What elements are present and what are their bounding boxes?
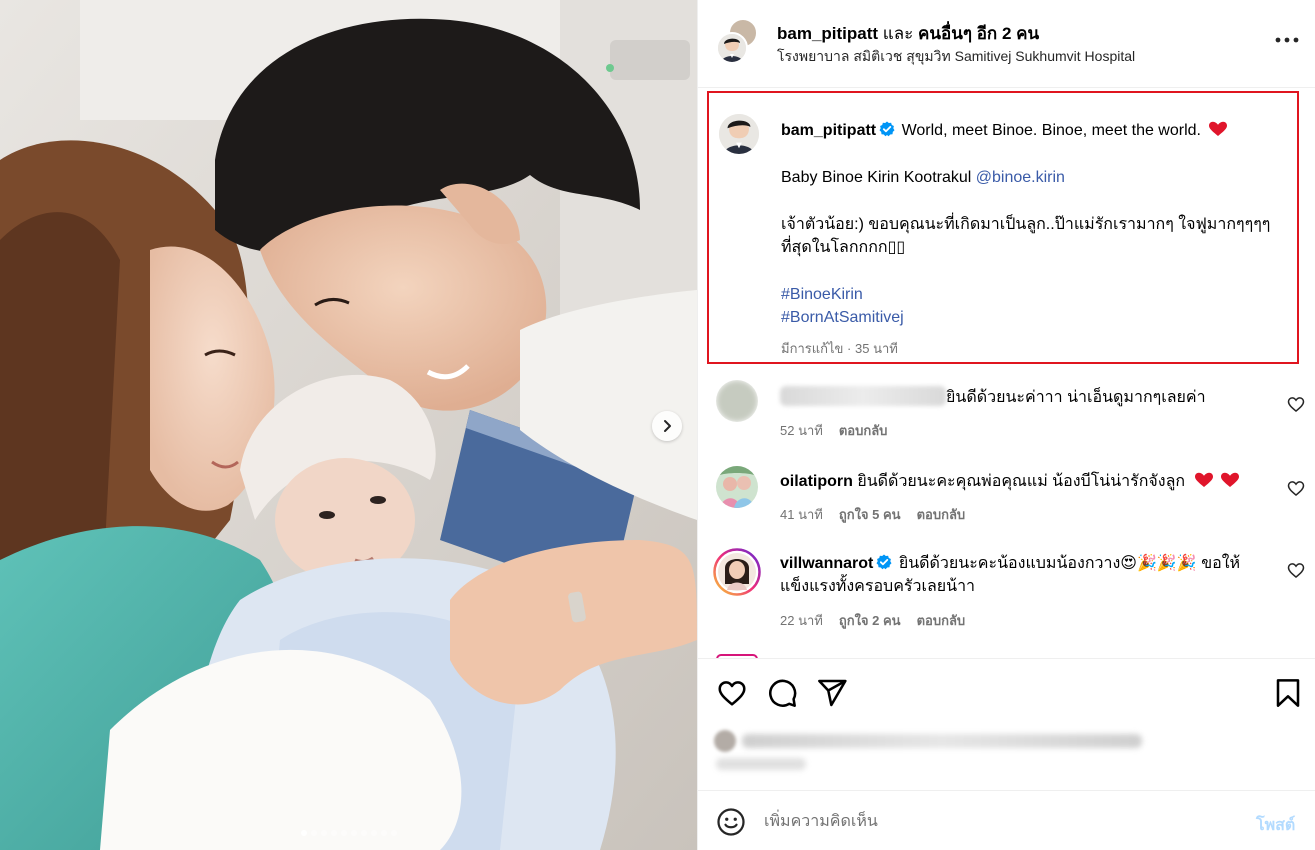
blurred-username[interactable] — [780, 386, 946, 406]
comment-likes[interactable]: ถูกใจ 2 คน — [839, 610, 901, 631]
emoji-icon[interactable] — [716, 807, 746, 837]
author-avatar[interactable] — [716, 32, 748, 64]
carousel-dot — [350, 830, 357, 836]
share-icon[interactable] — [816, 677, 848, 709]
caption-first-line: bam_pitipatt World, meet Binoe. Binoe, m… — [781, 119, 1291, 142]
carousel-dot — [360, 830, 367, 836]
post-comment-button[interactable]: โพสต์ — [1256, 813, 1295, 838]
liked-by-text-blurred — [742, 734, 1142, 748]
verified-badge-icon — [879, 121, 895, 137]
comment-meta: 41 นาที ถูกใจ 5 คน ตอบกลับ — [780, 504, 965, 525]
hashtag-link-2[interactable]: #BornAtSamitivej — [781, 306, 1291, 329]
caption-meta: มีการแก้ไข · 35 นาที — [781, 338, 898, 359]
caption-time[interactable]: 35 นาที — [855, 341, 898, 356]
post-actions — [698, 658, 1315, 790]
caption-line-1: World, meet Binoe. Binoe, meet the world… — [901, 122, 1201, 139]
comment-icon[interactable] — [766, 677, 798, 709]
reply-button[interactable]: ตอบกลับ — [839, 420, 888, 441]
commenter-avatar-story-ring[interactable] — [713, 548, 761, 596]
others-link[interactable]: คนอื่นๆ อีก 2 คน — [918, 24, 1039, 43]
comment-meta: 22 นาที ถูกใจ 2 คน ตอบกลับ — [780, 610, 965, 631]
red-heart-emoji-icon — [1209, 121, 1228, 136]
carousel-dot — [300, 830, 307, 836]
photo-image — [0, 0, 697, 850]
carousel-next-button[interactable] — [652, 411, 682, 441]
reply-button[interactable]: ตอบกลับ — [917, 504, 966, 525]
comment-time[interactable]: 52 นาที — [780, 420, 823, 441]
carousel-dot — [330, 830, 337, 836]
comment-likes[interactable]: ถูกใจ 5 คน — [839, 504, 901, 525]
commenter-avatar[interactable] — [716, 466, 758, 508]
comment-text: ยินดีด้วยนะค่าาา น่าเอ็นดูมากๆเลยค่า — [946, 389, 1206, 406]
more-options-button[interactable] — [1272, 28, 1302, 52]
chevron-right-icon — [664, 420, 671, 432]
post-photo[interactable] — [0, 0, 697, 850]
comment-like-heart-icon[interactable] — [1286, 560, 1306, 580]
comment-time[interactable]: 41 นาที — [780, 504, 823, 525]
bookmark-icon[interactable] — [1272, 677, 1304, 709]
verified-badge-icon — [876, 554, 892, 570]
comment-time[interactable]: 22 นาที — [780, 610, 823, 631]
caption-username[interactable]: bam_pitipatt — [781, 122, 876, 139]
commenter-username[interactable]: villwannarot — [780, 555, 873, 572]
commenter-username[interactable]: oilatiporn — [780, 473, 853, 490]
comment-body: villwannarot ยินดีด้วยนะคะน้องแบมน้องกวา… — [780, 552, 1255, 598]
comment-body: ยินดีด้วยนะค่าาา น่าเอ็นดูมากๆเลยค่า — [780, 386, 1255, 409]
carousel-dots — [0, 830, 697, 836]
carousel-dot — [390, 830, 397, 836]
comment-input[interactable] — [764, 809, 1234, 835]
carousel-dot — [380, 830, 387, 836]
post-date-blurred — [716, 758, 806, 770]
meta-separator: · — [847, 341, 852, 356]
commenter-avatar[interactable] — [716, 380, 758, 422]
edited-label: มีการแก้ไข — [781, 341, 844, 356]
author-avatars[interactable] — [716, 18, 758, 64]
location-link[interactable]: โรงพยาบาล สมิติเวช สุขุมวิท Samitivej Su… — [777, 46, 1135, 68]
caption-author-avatar[interactable] — [719, 114, 759, 154]
caption-text: bam_pitipatt World, meet Binoe. Binoe, m… — [781, 119, 1291, 329]
avatar-portrait-icon — [719, 114, 759, 154]
post-panel: bam_pitipatt และ คนอื่นๆ อีก 2 คน โรงพยา… — [697, 0, 1315, 850]
comment-like-heart-icon[interactable] — [1286, 478, 1306, 498]
comment-meta: 52 นาที ตอบกลับ — [780, 420, 887, 441]
red-heart-emoji-icon — [1221, 472, 1240, 487]
caption-line-3: เจ้าตัวน้อย:) ขอบคุณนะที่เกิดมาเป็นลูก..… — [781, 216, 1271, 256]
avatar-portrait-icon — [718, 34, 746, 62]
hashtag-link-1[interactable]: #BinoeKirin — [781, 283, 1291, 306]
author-username[interactable]: bam_pitipatt — [777, 24, 878, 43]
add-comment-bar: โพสต์ — [698, 790, 1315, 850]
liked-by-blurred[interactable] — [714, 729, 1154, 753]
reply-button[interactable]: ตอบกลับ — [917, 610, 966, 631]
caption-second-line: Baby Binoe Kirin Kootrakul @binoe.kirin — [781, 166, 1291, 189]
caption-highlight-box: bam_pitipatt World, meet Binoe. Binoe, m… — [707, 91, 1299, 364]
caption-line-2: Baby Binoe Kirin Kootrakul — [781, 169, 972, 186]
avatar-photo-icon — [716, 466, 758, 508]
comment-like-heart-icon[interactable] — [1286, 394, 1306, 414]
post-header: bam_pitipatt และ คนอื่นๆ อีก 2 คน โรงพยา… — [698, 0, 1315, 88]
comment-body: oilatiporn ยินดีด้วยนะคะคุณพ่อคุณแม่ น้อ… — [780, 470, 1255, 493]
comment-text: ยินดีด้วยนะคะคุณพ่อคุณแม่ น้องบีโน่น่ารั… — [857, 473, 1186, 490]
liker-avatar — [714, 730, 736, 752]
heart-icon[interactable] — [716, 677, 748, 709]
mention-link[interactable]: @binoe.kirin — [976, 169, 1065, 186]
and-text: และ — [882, 24, 914, 43]
carousel-dot — [370, 830, 377, 836]
carousel-dot — [340, 830, 347, 836]
more-horizontal-icon — [1275, 37, 1299, 43]
avatar-photo-icon — [713, 548, 761, 596]
post-header-title: bam_pitipatt และ คนอื่นๆ อีก 2 คน — [777, 20, 1039, 47]
carousel-dot — [320, 830, 327, 836]
red-heart-emoji-icon — [1194, 472, 1213, 487]
carousel-dot — [310, 830, 317, 836]
